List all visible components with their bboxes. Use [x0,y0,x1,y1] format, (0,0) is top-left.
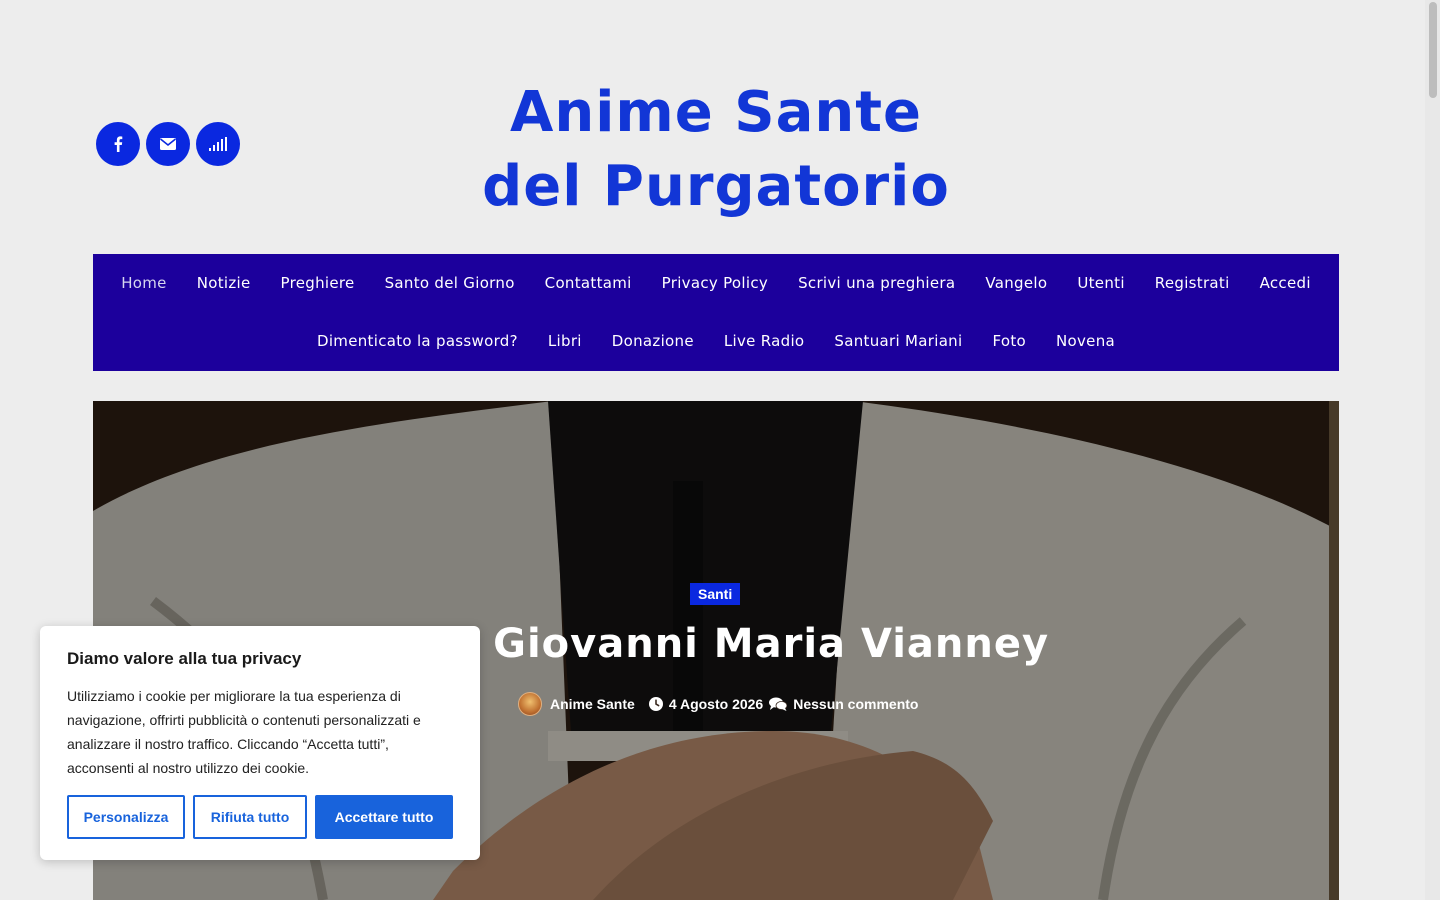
nav-item-vangelo[interactable]: Vangelo [970,274,1062,292]
signal-icon[interactable] [196,122,240,166]
nav-item-foto[interactable]: Foto [977,332,1041,350]
nav-row-1: Home Notizie Preghiere Santo del Giorno … [93,254,1339,312]
nav-item-dimenticato-password[interactable]: Dimenticato la password? [302,332,533,350]
cookie-heading: Diamo valore alla tua privacy [67,649,302,668]
cookie-consent-banner: Diamo valore alla tua privacy Utilizziam… [40,626,480,860]
scrollbar-thumb[interactable] [1429,2,1437,98]
nav-item-santo-del-giorno[interactable]: Santo del Giorno [370,274,530,292]
post-title[interactable]: San Giovanni Maria Vianney [380,612,1060,676]
post-comments[interactable]: Nessun commento [793,696,918,712]
nav-item-preghiere[interactable]: Preghiere [266,274,370,292]
nav-item-privacy-policy[interactable]: Privacy Policy [647,274,783,292]
nav-item-contattami[interactable]: Contattami [530,274,647,292]
cookie-buttons: Personalizza Rifiuta tutto Accettare tut… [67,795,453,839]
nav-row-2: Dimenticato la password? Libri Donazione… [93,312,1339,370]
social-links [96,122,240,166]
nav-item-registrati[interactable]: Registrati [1140,274,1245,292]
scrollbar-track[interactable] [1425,0,1440,900]
main-navigation: Home Notizie Preghiere Santo del Giorno … [93,254,1339,371]
nav-item-live-radio[interactable]: Live Radio [709,332,820,350]
envelope-icon[interactable] [146,122,190,166]
nav-item-libri[interactable]: Libri [533,332,597,350]
post-author[interactable]: Anime Sante [550,696,635,712]
nav-item-notizie[interactable]: Notizie [182,274,266,292]
accept-all-button[interactable]: Accettare tutto [315,795,453,839]
nav-item-novena[interactable]: Novena [1041,332,1130,350]
clock-icon [648,697,663,711]
nav-item-scrivi-una-preghiera[interactable]: Scrivi una preghiera [783,274,970,292]
nav-item-donazione[interactable]: Donazione [597,332,709,350]
site-title[interactable]: Anime Sante del Purgatorio [460,76,972,224]
reject-all-button[interactable]: Rifiuta tutto [193,795,307,839]
nav-item-home[interactable]: Home [106,274,182,292]
avatar[interactable] [518,692,542,716]
cookie-text: Utilizziamo i cookie per migliorare la t… [67,688,421,776]
category-badge[interactable]: Santi [690,583,741,605]
nav-item-accedi[interactable]: Accedi [1245,274,1326,292]
nav-item-santuari-mariani[interactable]: Santuari Mariani [819,332,977,350]
facebook-icon[interactable] [96,122,140,166]
post-meta: Anime Sante 4 Agosto 2026 Nessun comment… [518,692,918,716]
customize-button[interactable]: Personalizza [67,795,185,839]
post-date[interactable]: 4 Agosto 2026 [669,696,763,712]
nav-item-utenti[interactable]: Utenti [1062,274,1139,292]
comments-icon [769,697,788,711]
